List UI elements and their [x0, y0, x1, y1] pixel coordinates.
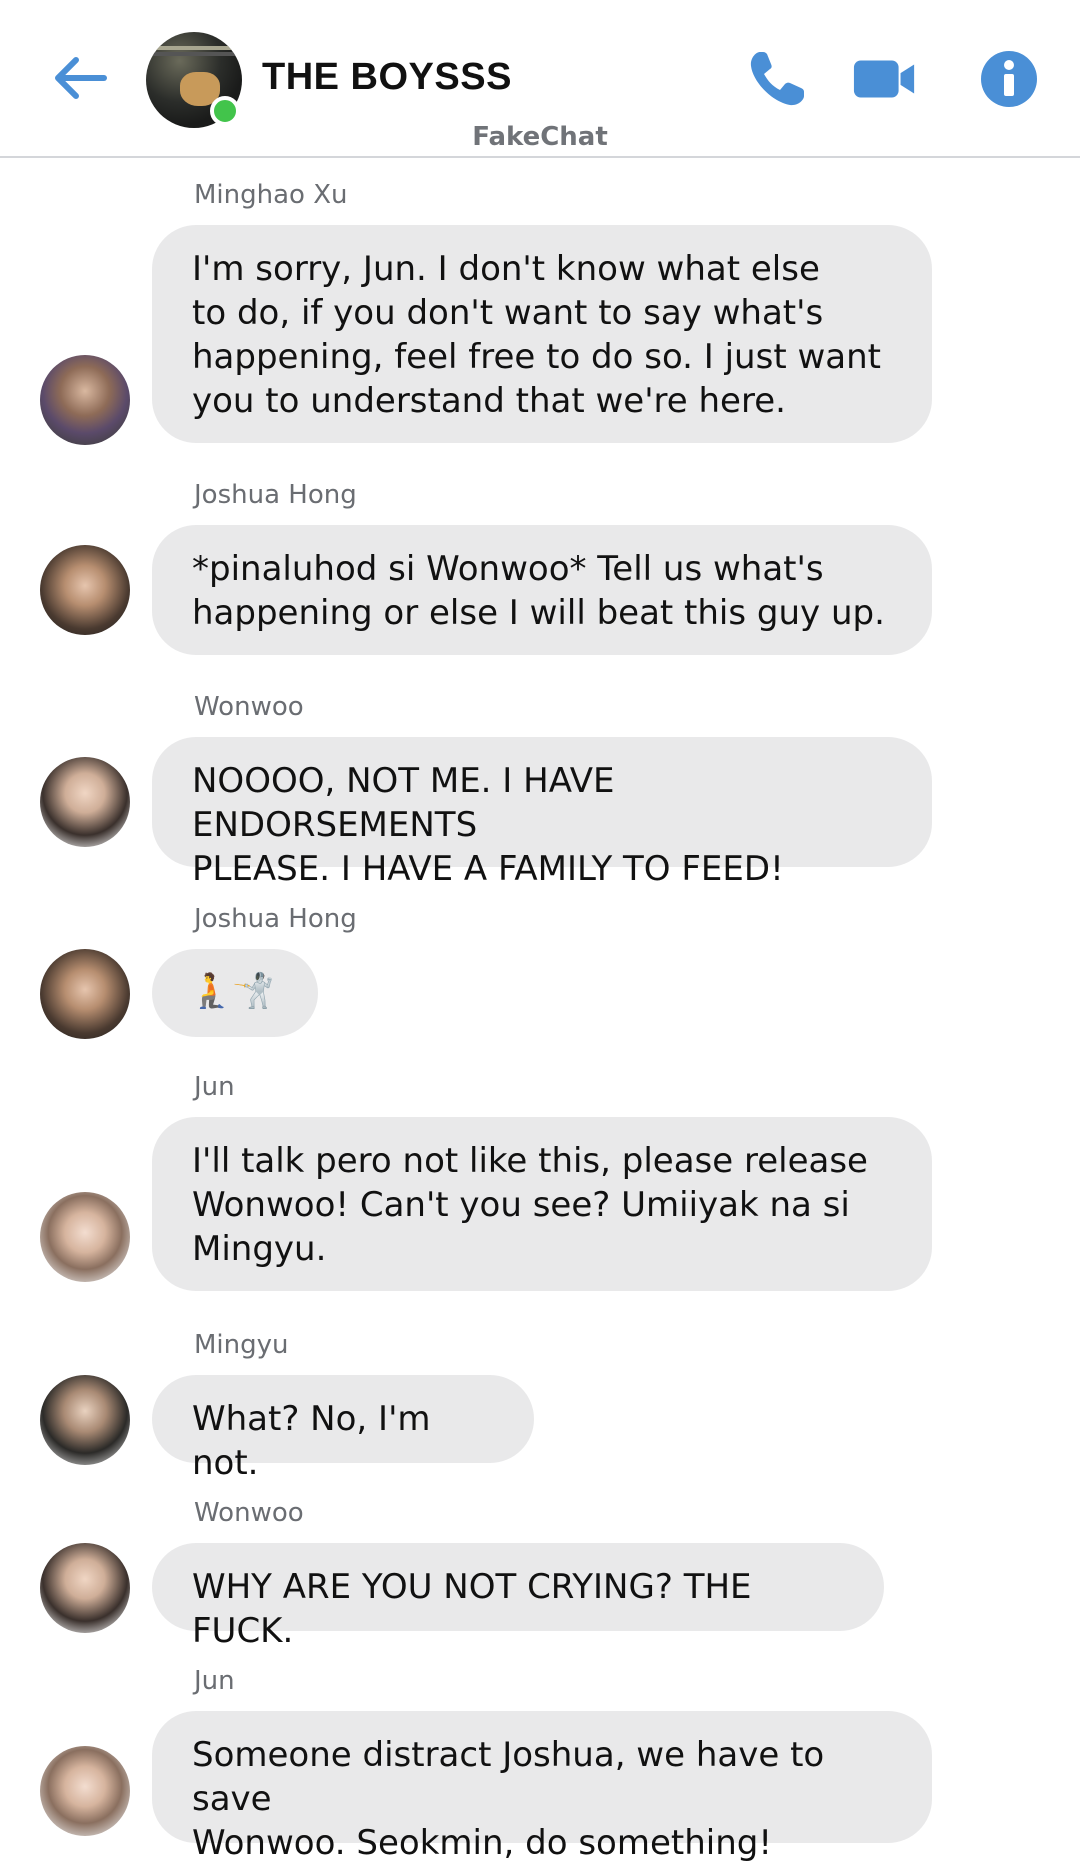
avatar-mingyu[interactable]	[40, 1375, 130, 1465]
back-arrow-icon[interactable]	[50, 48, 110, 108]
message-bubble[interactable]: NOOOO, NOT ME. I HAVE ENDORSEMENTS PLEAS…	[152, 737, 932, 889]
avatar-wonwoo[interactable]	[40, 757, 130, 847]
app-watermark: FakeChat	[472, 122, 608, 152]
avatar-jun[interactable]	[40, 1192, 130, 1282]
video-camera-icon[interactable]	[852, 46, 918, 112]
sender-name: Wonwoo	[194, 1498, 304, 1528]
group-avatar[interactable]	[146, 32, 242, 128]
message-bubble[interactable]: 🧎🤺	[152, 949, 318, 1037]
message-bubble[interactable]: I'm sorry, Jun. I don't know what else t…	[152, 225, 932, 443]
avatar-jun[interactable]	[40, 1746, 130, 1836]
avatar-minghao[interactable]	[40, 355, 130, 445]
sender-name: Minghao Xu	[194, 180, 348, 210]
sender-name: Mingyu	[194, 1330, 289, 1360]
group-title[interactable]: THE BOYSSS	[262, 56, 512, 99]
message-bubble[interactable]: *pinaluhod si Wonwoo* Tell us what's hap…	[152, 525, 932, 655]
sender-name: Joshua Hong	[194, 904, 357, 934]
message-bubble[interactable]: Someone distract Joshua, we have to save…	[152, 1711, 932, 1863]
avatar-wonwoo[interactable]	[40, 1543, 130, 1633]
message-bubble[interactable]: I'll talk pero not like this, please rel…	[152, 1117, 932, 1291]
sender-name: Joshua Hong	[194, 480, 357, 510]
sender-name: Wonwoo	[194, 692, 304, 722]
message-bubble[interactable]: WHY ARE YOU NOT CRYING? THE FUCK.	[152, 1543, 884, 1651]
avatar-joshua[interactable]	[40, 545, 130, 635]
message-bubble[interactable]: What? No, I'm not.	[152, 1375, 534, 1483]
avatar-joshua[interactable]	[40, 949, 130, 1039]
phone-icon[interactable]	[744, 46, 810, 112]
sender-name: Jun	[194, 1666, 235, 1696]
info-icon[interactable]	[976, 46, 1042, 112]
sender-name: Jun	[194, 1072, 235, 1102]
chat-header: THE BOYSSS FakeChat	[0, 0, 1080, 158]
